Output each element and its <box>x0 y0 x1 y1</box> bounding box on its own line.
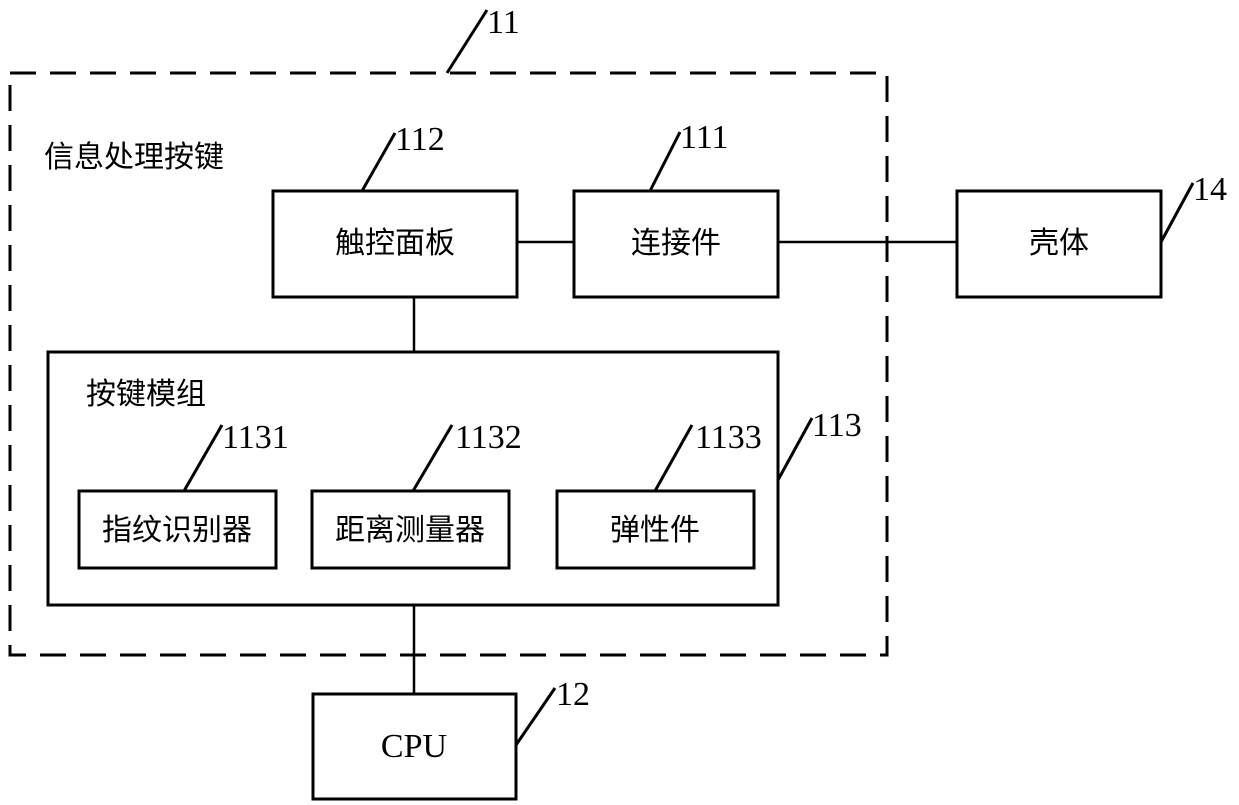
ref-11: 11 <box>487 4 520 41</box>
ref-1133: 1133 <box>695 419 762 456</box>
leader-113 <box>776 417 814 481</box>
ref-14: 14 <box>1193 171 1227 208</box>
block-diagram: 11 信息处理按键 触控面板 112 连接件 111 壳体 14 按键模组 11… <box>8 4 1227 801</box>
ref-112: 112 <box>395 121 445 158</box>
leader-11 <box>445 9 489 74</box>
leader-12 <box>514 687 557 746</box>
distance-meter-label: 距离测量器 <box>335 513 485 548</box>
leader-111 <box>648 131 682 192</box>
ref-113: 113 <box>812 407 862 444</box>
cpu-label: CPU <box>381 728 447 765</box>
leader-14 <box>1159 182 1195 243</box>
key-module-label: 按键模组 <box>86 377 206 412</box>
fingerprint-label: 指纹识别器 <box>102 513 252 548</box>
group-label: 信息处理按键 <box>44 140 224 175</box>
ref-1131: 1131 <box>222 419 289 456</box>
elastic-label: 弹性件 <box>610 513 700 548</box>
touch-panel-label: 触控面板 <box>335 226 455 261</box>
ref-111: 111 <box>680 119 728 156</box>
housing-label: 壳体 <box>1029 226 1089 261</box>
ref-1132: 1132 <box>455 419 522 456</box>
connector-label: 连接件 <box>631 226 721 261</box>
leader-112 <box>360 132 397 192</box>
ref-12: 12 <box>556 676 590 713</box>
